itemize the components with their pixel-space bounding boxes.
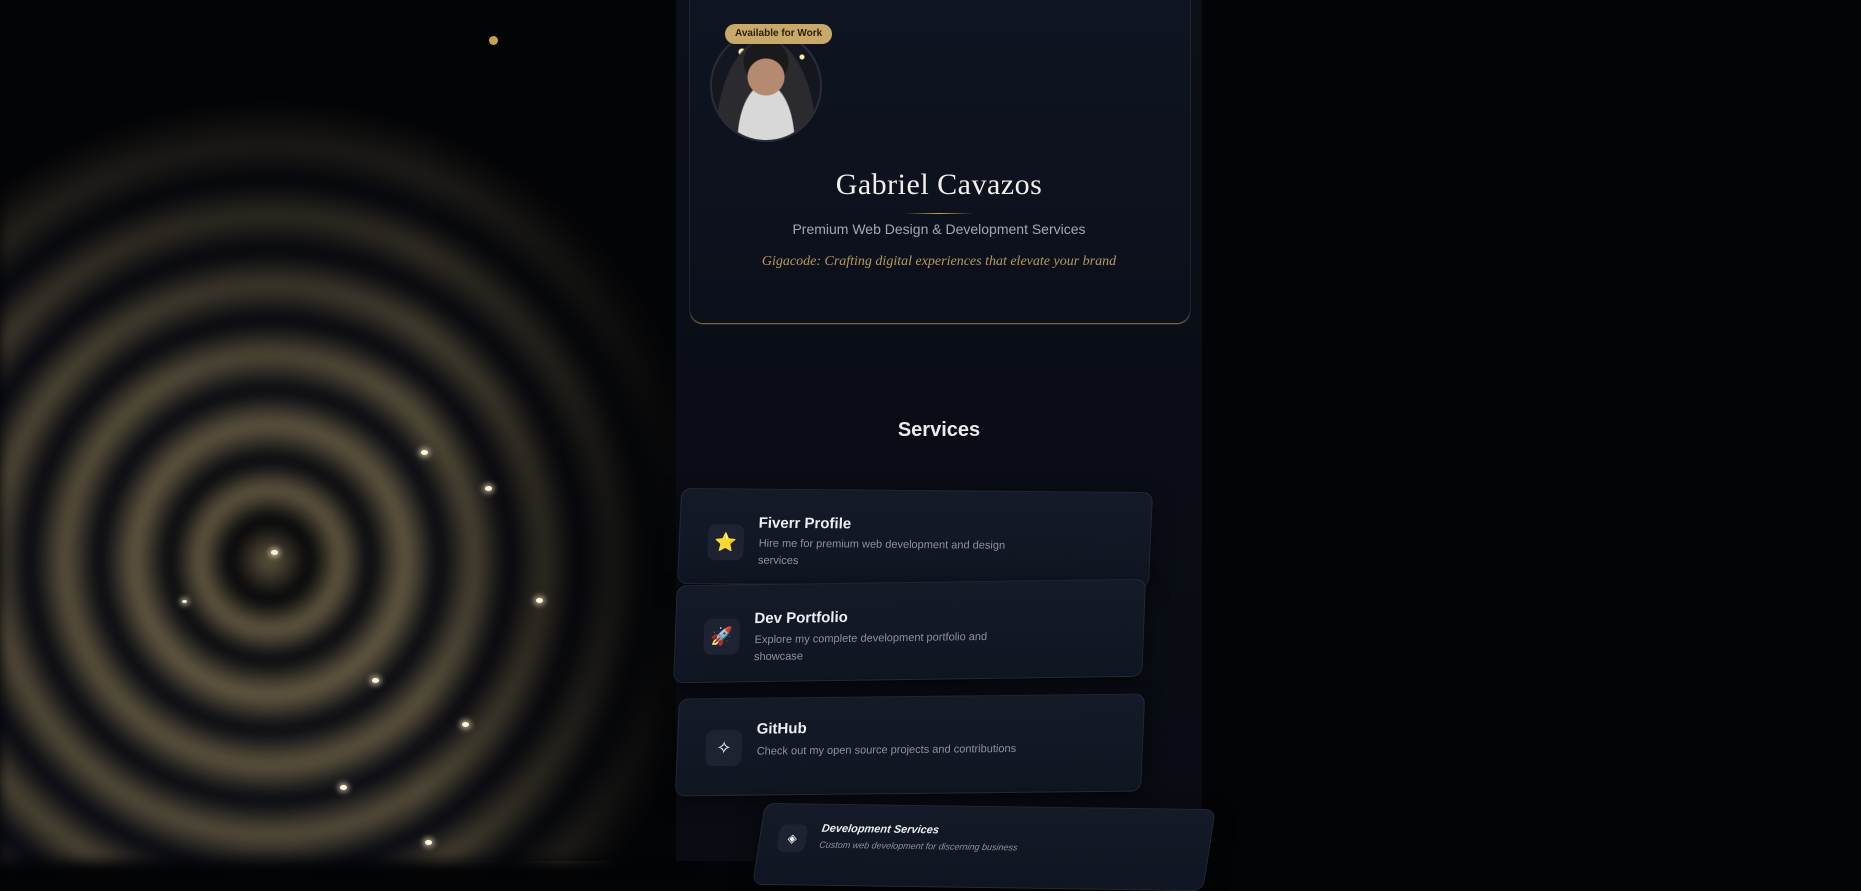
background-light: [421, 450, 428, 455]
service-card-title: Fiverr Profile: [758, 514, 852, 533]
service-card-title: GitHub: [756, 720, 808, 738]
service-card-description: Custom web development for discerning bu…: [818, 839, 1019, 853]
background-light: [536, 598, 543, 603]
profile-subtitle: Premium Web Design & Development Service…: [792, 221, 1086, 237]
avatar: [710, 30, 822, 142]
code-icon: ◈: [776, 824, 809, 853]
star-icon: ⭐: [707, 524, 745, 561]
rocket-icon: 🚀: [703, 618, 741, 655]
background-light: [425, 840, 432, 845]
background-light: [271, 550, 278, 555]
cursor-dot: [489, 36, 498, 45]
service-card-title: Dev Portfolio: [754, 608, 849, 628]
service-card-fiverr[interactable]: ⭐ Fiverr Profile Hire me for premium web…: [676, 487, 1154, 589]
service-card-dev-portfolio[interactable]: 🚀 Dev Portfolio Explore my complete deve…: [672, 578, 1147, 684]
availability-badge: Available for Work: [725, 24, 833, 44]
service-card-title: Development Services: [820, 822, 940, 837]
background-light: [182, 600, 187, 603]
service-card-development[interactable]: ◈ Development Services Custom web develo…: [752, 802, 1216, 891]
service-card-github[interactable]: ✧ GitHub Check out my open source projec…: [674, 693, 1146, 797]
background-light: [372, 678, 379, 683]
name-divider: [904, 213, 974, 214]
background-fade: [0, 0, 700, 861]
background-light: [485, 486, 492, 491]
service-card-description: Explore my complete development portfoli…: [753, 630, 988, 664]
profile-tagline: Gigacode: Crafting digital experiences t…: [761, 254, 1117, 269]
service-card-description: Hire me for premium web development and …: [757, 537, 1006, 567]
profile-name: Gabriel Cavazos: [835, 168, 1043, 201]
background-light: [462, 722, 469, 727]
background-light: [340, 785, 347, 790]
diamond-icon: ✧: [705, 729, 743, 767]
services-heading: Services: [897, 419, 981, 441]
service-card-description: Check out my open source projects and co…: [756, 742, 1017, 758]
